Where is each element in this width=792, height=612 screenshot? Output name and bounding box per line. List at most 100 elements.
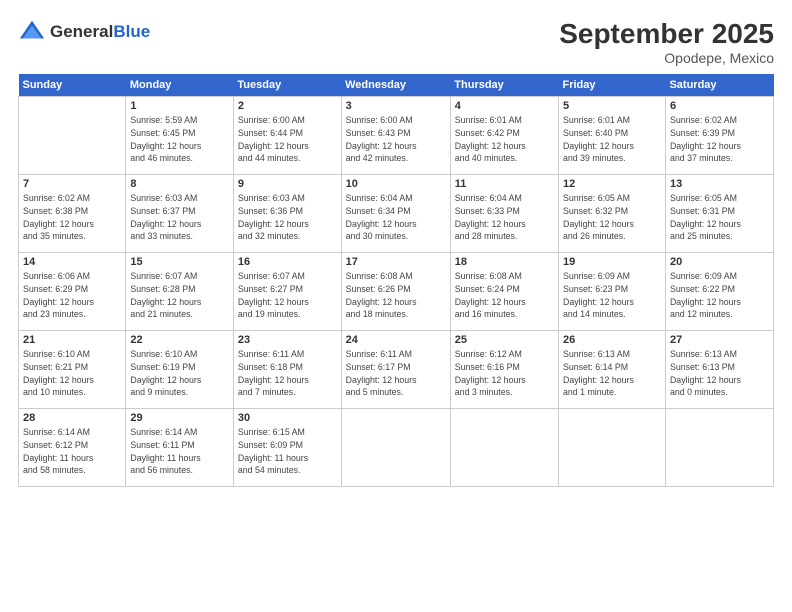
calendar-cell: 22 Sunrise: 6:10 AMSunset: 6:19 PMDayligh… [126,331,234,409]
day-info: Sunrise: 6:08 AMSunset: 6:24 PMDaylight:… [455,270,554,321]
logo-text: GeneralBlue [50,22,150,42]
day-info: Sunrise: 6:12 AMSunset: 6:16 PMDaylight:… [455,348,554,399]
calendar-week-row: 21 Sunrise: 6:10 AMSunset: 6:21 PMDayligh… [19,331,774,409]
weekday-header-wednesday: Wednesday [341,74,450,97]
month-title: September 2025 [559,18,774,50]
day-number: 27 [670,334,769,346]
page-header: GeneralBlue September 2025 Opodepe, Mexi… [18,18,774,66]
calendar-cell: 20Sunrise: 6:09 AMSunset: 6:22 PMDayligh… [665,253,773,331]
calendar-cell: 17 Sunrise: 6:08 AMSunset: 6:26 PMDayligh… [341,253,450,331]
calendar-cell: 30Sunrise: 6:15 AMSunset: 6:09 PMDayligh… [233,409,341,487]
day-number: 26 [563,334,661,346]
weekday-header-tuesday: Tuesday [233,74,341,97]
day-number: 15 [130,256,229,268]
logo-blue: Blue [113,22,150,41]
calendar-cell: 7 Sunrise: 6:02 AMSunset: 6:38 PMDaylight… [19,175,126,253]
calendar-week-row: 14Sunrise: 6:06 AMSunset: 6:29 PMDayligh… [19,253,774,331]
day-number: 7 [23,178,121,190]
day-info: Sunrise: 6:11 AMSunset: 6:18 PMDaylight:… [238,348,337,399]
calendar-cell: 14Sunrise: 6:06 AMSunset: 6:29 PMDayligh… [19,253,126,331]
calendar-cell: 26 Sunrise: 6:13 AMSunset: 6:14 PMDayligh… [558,331,665,409]
calendar-cell: 8Sunrise: 6:03 AMSunset: 6:37 PMDaylight… [126,175,234,253]
day-info: Sunrise: 6:09 AMSunset: 6:22 PMDaylight:… [670,270,769,321]
calendar-cell: 11Sunrise: 6:04 AMSunset: 6:33 PMDayligh… [450,175,558,253]
calendar-cell: 6Sunrise: 6:02 AMSunset: 6:39 PMDaylight… [665,97,773,175]
day-info: Sunrise: 6:08 AMSunset: 6:26 PMDaylight:… [346,270,446,321]
weekday-header-saturday: Saturday [665,74,773,97]
calendar-cell: 21 Sunrise: 6:10 AMSunset: 6:21 PMDayligh… [19,331,126,409]
calendar-cell: 2 Sunrise: 6:00 AMSunset: 6:44 PMDaylight… [233,97,341,175]
day-info: Sunrise: 6:02 AMSunset: 6:38 PMDaylight:… [23,192,121,243]
day-info: Sunrise: 6:04 AMSunset: 6:34 PMDaylight:… [346,192,446,243]
weekday-header-row: SundayMondayTuesdayWednesdayThursdayFrid… [19,74,774,97]
calendar-cell: 10 Sunrise: 6:04 AMSunset: 6:34 PMDayligh… [341,175,450,253]
day-number: 2 [238,100,337,112]
day-number: 1 [130,100,229,112]
day-number: 3 [346,100,446,112]
day-number: 28 [23,412,121,424]
calendar-cell [19,97,126,175]
day-info: Sunrise: 5:59 AMSunset: 6:45 PMDaylight:… [130,114,229,165]
calendar-cell: 19 Sunrise: 6:09 AMSunset: 6:23 PMDayligh… [558,253,665,331]
calendar-cell: 18Sunrise: 6:08 AMSunset: 6:24 PMDayligh… [450,253,558,331]
calendar-week-row: 7 Sunrise: 6:02 AMSunset: 6:38 PMDaylight… [19,175,774,253]
day-number: 23 [238,334,337,346]
logo: GeneralBlue [18,18,150,46]
day-number: 13 [670,178,769,190]
day-number: 17 [346,256,446,268]
day-number: 21 [23,334,121,346]
day-info: Sunrise: 6:09 AMSunset: 6:23 PMDaylight:… [563,270,661,321]
calendar-cell: 27 Sunrise: 6:13 AMSunset: 6:13 PMDayligh… [665,331,773,409]
day-info: Sunrise: 6:04 AMSunset: 6:33 PMDaylight:… [455,192,554,243]
title-block: September 2025 Opodepe, Mexico [559,18,774,66]
day-number: 10 [346,178,446,190]
calendar-cell: 1 Sunrise: 5:59 AMSunset: 6:45 PMDaylight… [126,97,234,175]
day-number: 19 [563,256,661,268]
day-number: 29 [130,412,229,424]
day-info: Sunrise: 6:01 AMSunset: 6:40 PMDaylight:… [563,114,661,165]
calendar-cell [341,409,450,487]
day-info: Sunrise: 6:01 AMSunset: 6:42 PMDaylight:… [455,114,554,165]
day-number: 24 [346,334,446,346]
day-number: 5 [563,100,661,112]
calendar-week-row: 28 Sunrise: 6:14 AMSunset: 6:12 PMDayligh… [19,409,774,487]
day-number: 12 [563,178,661,190]
day-info: Sunrise: 6:14 AMSunset: 6:12 PMDaylight:… [23,426,121,477]
weekday-header-monday: Monday [126,74,234,97]
logo-general: General [50,22,113,41]
calendar-cell: 25 Sunrise: 6:12 AMSunset: 6:16 PMDayligh… [450,331,558,409]
day-info: Sunrise: 6:10 AMSunset: 6:21 PMDaylight:… [23,348,121,399]
calendar-cell [558,409,665,487]
weekday-header-sunday: Sunday [19,74,126,97]
day-info: Sunrise: 6:03 AMSunset: 6:37 PMDaylight:… [130,192,229,243]
calendar-cell [665,409,773,487]
day-number: 22 [130,334,229,346]
logo-icon [18,18,46,46]
day-info: Sunrise: 6:13 AMSunset: 6:13 PMDaylight:… [670,348,769,399]
calendar-cell: 15Sunrise: 6:07 AMSunset: 6:28 PMDayligh… [126,253,234,331]
day-info: Sunrise: 6:05 AMSunset: 6:31 PMDaylight:… [670,192,769,243]
calendar-week-row: 1 Sunrise: 5:59 AMSunset: 6:45 PMDaylight… [19,97,774,175]
calendar-cell: 12 Sunrise: 6:05 AMSunset: 6:32 PMDayligh… [558,175,665,253]
day-info: Sunrise: 6:02 AMSunset: 6:39 PMDaylight:… [670,114,769,165]
day-info: Sunrise: 6:00 AMSunset: 6:43 PMDaylight:… [346,114,446,165]
calendar-cell: 3 Sunrise: 6:00 AMSunset: 6:43 PMDaylight… [341,97,450,175]
calendar-table: SundayMondayTuesdayWednesdayThursdayFrid… [18,74,774,487]
day-number: 4 [455,100,554,112]
calendar-cell: 16 Sunrise: 6:07 AMSunset: 6:27 PMDayligh… [233,253,341,331]
day-info: Sunrise: 6:05 AMSunset: 6:32 PMDaylight:… [563,192,661,243]
day-number: 9 [238,178,337,190]
day-info: Sunrise: 6:07 AMSunset: 6:27 PMDaylight:… [238,270,337,321]
day-info: Sunrise: 6:14 AMSunset: 6:11 PMDaylight:… [130,426,229,477]
day-info: Sunrise: 6:10 AMSunset: 6:19 PMDaylight:… [130,348,229,399]
calendar-cell: 24Sunrise: 6:11 AMSunset: 6:17 PMDayligh… [341,331,450,409]
location: Opodepe, Mexico [559,50,774,66]
calendar-cell: 13 Sunrise: 6:05 AMSunset: 6:31 PMDayligh… [665,175,773,253]
day-info: Sunrise: 6:03 AMSunset: 6:36 PMDaylight:… [238,192,337,243]
weekday-header-thursday: Thursday [450,74,558,97]
day-info: Sunrise: 6:13 AMSunset: 6:14 PMDaylight:… [563,348,661,399]
day-info: Sunrise: 6:00 AMSunset: 6:44 PMDaylight:… [238,114,337,165]
day-number: 16 [238,256,337,268]
day-number: 25 [455,334,554,346]
calendar-cell: 5 Sunrise: 6:01 AMSunset: 6:40 PMDaylight… [558,97,665,175]
